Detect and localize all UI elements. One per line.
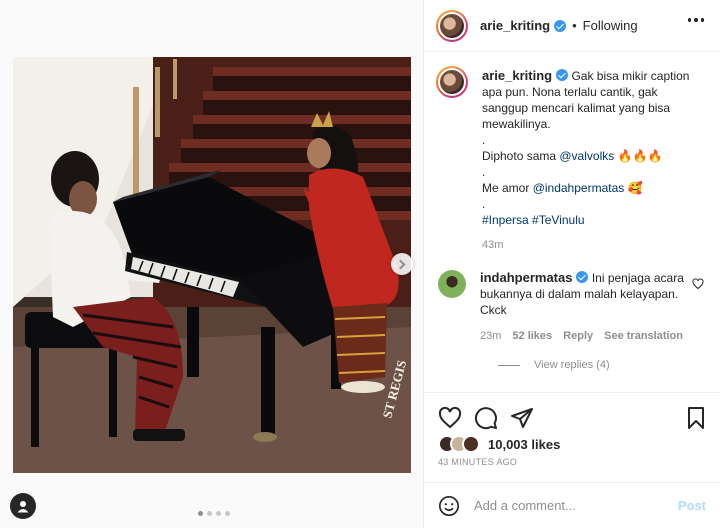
media-pane: ST REGIS (0, 0, 424, 528)
header-separator: • (572, 18, 577, 33)
liker-avatar (462, 435, 480, 453)
view-replies-label: View replies (4) (534, 359, 610, 371)
reply-button[interactable]: Reply (563, 328, 593, 344)
carousel-dot (225, 511, 230, 516)
caption-hashtags: #Inpersa #TeVinulu (482, 212, 704, 228)
caption-credit: Diphoto sama @valvolks 🔥🔥🔥 (482, 149, 663, 163)
mention-indahpermatas[interactable]: @indahpermatas (533, 181, 625, 195)
chevron-right-icon (395, 259, 406, 269)
commenter-username[interactable]: indahpermatas (480, 270, 572, 285)
comment-icon[interactable] (474, 406, 498, 430)
verified-badge-icon (576, 271, 589, 283)
carousel-indicator (198, 511, 230, 516)
action-bar: 10,003 likes 43 MINUTES AGO (424, 392, 720, 482)
heart-icon[interactable] (438, 406, 462, 430)
verified-badge-icon (556, 69, 569, 81)
caption-avatar[interactable] (436, 66, 468, 98)
post-header: arie_kriting • Following (424, 0, 720, 52)
author-avatar[interactable] (436, 9, 468, 42)
bookmark-icon[interactable] (684, 406, 708, 430)
comment-heart-icon[interactable] (692, 278, 704, 290)
following-button[interactable]: Following (583, 18, 638, 33)
view-replies-button[interactable]: View replies (4) (498, 359, 704, 371)
likes-label: likes (531, 436, 561, 452)
see-translation-button[interactable]: See translation (604, 328, 683, 344)
likes-count: 10,003 (488, 436, 528, 452)
comment: indahpermatas Ini penjaga acara bukannya… (436, 270, 704, 344)
post-side-panel: arie_kriting • Following arie_kriting Ga… (424, 0, 720, 528)
user-tag-icon (17, 501, 29, 513)
caption-dot: . (482, 165, 486, 179)
smiling-hearts-emoji: 🥰 (627, 181, 643, 195)
post-photo[interactable]: ST REGIS (13, 57, 411, 473)
photo-illustration: ST REGIS (13, 57, 411, 473)
user-tags-button[interactable] (10, 493, 36, 519)
more-options-button[interactable] (687, 18, 704, 22)
caption-username[interactable]: arie_kriting (482, 68, 552, 83)
caption-time: 43m (482, 239, 504, 251)
caption: arie_kriting Gak bisa mikir caption apa … (436, 66, 704, 253)
comment-time: 23m (480, 330, 502, 342)
paper-plane-icon[interactable] (510, 406, 534, 430)
author-username[interactable]: arie_kriting (480, 18, 550, 33)
more-horizontal-icon (687, 18, 691, 22)
comments-list: arie_kriting Gak bisa mikir caption apa … (424, 52, 720, 392)
next-photo-button[interactable] (391, 253, 413, 275)
comment-meta: 23m 52 likes Reply See translation (480, 328, 704, 344)
commenter-avatar[interactable] (438, 270, 466, 298)
hashtag-inpersa[interactable]: #Inpersa (482, 213, 529, 227)
smiley-icon[interactable] (438, 495, 460, 517)
post-dialog: ST REGIS arie_kriting • Following arie_k… (0, 0, 720, 528)
carousel-dot (216, 511, 221, 516)
caption-text: arie_kriting Gak bisa mikir caption apa … (482, 66, 704, 253)
caption-dot: . (482, 197, 486, 211)
mention-valvolks[interactable]: @valvolks (559, 149, 614, 163)
likes-summary[interactable]: 10,003 likes (438, 435, 560, 453)
carousel-dot (198, 511, 203, 516)
comment-likes[interactable]: 52 likes (512, 328, 552, 344)
caption-dot: . (482, 133, 486, 147)
add-comment-bar: Add a comment... Post (424, 482, 720, 528)
verified-badge-icon (554, 19, 567, 32)
hashtag-tevinulu[interactable]: #TeVinulu (532, 213, 585, 227)
fire-emoji: 🔥🔥🔥 (617, 149, 663, 163)
post-timestamp: 43 MINUTES AGO (438, 457, 518, 467)
comment-input[interactable]: Add a comment... (474, 498, 678, 513)
caption-amor: Me amor @indahpermatas 🥰 (482, 181, 643, 195)
replies-divider (498, 364, 520, 366)
post-comment-button[interactable]: Post (678, 498, 706, 513)
carousel-dot (207, 511, 212, 516)
